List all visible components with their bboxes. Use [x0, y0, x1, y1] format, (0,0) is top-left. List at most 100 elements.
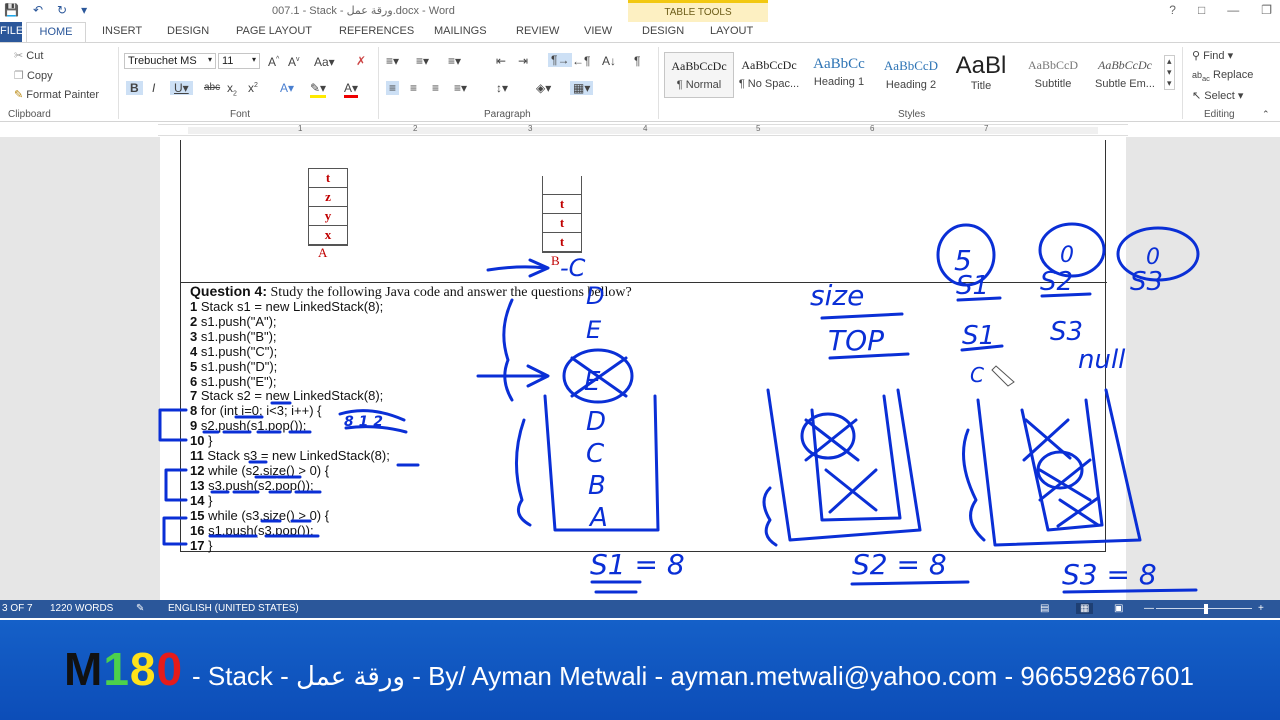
- code-line: 5 s1.push("D");: [190, 358, 390, 375]
- style-subtle-emphasis[interactable]: AaBbCcDc Subtle Em...: [1090, 52, 1160, 98]
- font-family-select[interactable]: Trebuchet MS ▾: [124, 53, 216, 69]
- superscript-icon[interactable]: x2: [248, 81, 258, 95]
- italic-icon[interactable]: I: [152, 81, 155, 95]
- align-center-icon[interactable]: ≡: [410, 81, 417, 95]
- code-line: 1 Stack s1 = new LinkedStack(8);: [190, 299, 390, 315]
- tab-design[interactable]: DESIGN: [167, 25, 209, 37]
- code-line: 10 }: [190, 433, 390, 449]
- paragraph-group-label: Paragraph: [484, 109, 531, 120]
- ltr-icon[interactable]: ¶→: [548, 53, 573, 67]
- style-title[interactable]: AaBl Title: [946, 52, 1016, 98]
- redo-icon[interactable]: ↻: [57, 3, 67, 17]
- replace-button[interactable]: abac Replace: [1192, 69, 1253, 83]
- code-line: 17 }: [190, 538, 390, 554]
- increase-indent-icon[interactable]: ⇥: [518, 54, 528, 68]
- select-button[interactable]: ↖ Select ▾: [1192, 89, 1243, 102]
- tab-review[interactable]: REVIEW: [516, 25, 559, 37]
- word-count[interactable]: 1220 WORDS: [50, 603, 113, 614]
- font-size-select[interactable]: 11 ▾: [218, 53, 260, 69]
- highlight-icon[interactable]: ✎▾: [310, 81, 327, 98]
- collapse-ribbon-icon[interactable]: ⌃: [1262, 109, 1270, 120]
- horizontal-ruler[interactable]: 1 2 3 4 5 6 7: [158, 124, 1128, 136]
- format-painter-button[interactable]: ✎ Format Painter: [14, 88, 99, 101]
- qat-menu-icon[interactable]: ▾: [81, 3, 87, 17]
- tab-insert[interactable]: INSERT: [102, 25, 142, 37]
- align-left-icon[interactable]: ≡: [386, 81, 400, 95]
- line-number: 13: [190, 477, 205, 493]
- ruler-mark: 5: [756, 124, 761, 133]
- justify-icon[interactable]: ≡▾: [454, 81, 467, 95]
- undo-icon[interactable]: ↶: [33, 3, 43, 17]
- style-heading-1[interactable]: AaBbCc Heading 1: [804, 52, 874, 98]
- restore-icon[interactable]: ❐: [1261, 3, 1272, 17]
- numbering-icon[interactable]: ≡▾: [416, 54, 429, 68]
- change-case-icon[interactable]: Aa▾: [314, 55, 335, 69]
- font-color-icon[interactable]: A▾: [344, 81, 359, 98]
- tab-mailings[interactable]: MAILINGS: [434, 25, 487, 37]
- line-spacing-icon[interactable]: ↕▾: [496, 81, 508, 95]
- web-layout-icon[interactable]: ▣: [1114, 603, 1123, 614]
- stack-cell: [543, 176, 581, 195]
- shrink-font-icon[interactable]: Av: [288, 55, 300, 69]
- copy-button[interactable]: ❐ Copy: [14, 69, 53, 82]
- rtl-icon[interactable]: ←¶: [572, 54, 590, 68]
- ribbon-display-icon[interactable]: □: [1198, 3, 1205, 17]
- code-text: s1.push("D");: [197, 358, 278, 374]
- borders-icon[interactable]: ▦▾: [570, 81, 594, 95]
- find-button[interactable]: ⚲ Find ▾: [1192, 49, 1233, 62]
- tab-table-design[interactable]: DESIGN: [642, 25, 684, 37]
- decrease-indent-icon[interactable]: ⇤: [496, 54, 506, 68]
- zoom-out-icon[interactable]: —: [1144, 603, 1154, 614]
- minimize-icon[interactable]: —: [1227, 3, 1239, 17]
- style-no-spacing[interactable]: AaBbCcDc ¶ No Spac...: [734, 52, 804, 98]
- stack-cell: z: [309, 188, 347, 207]
- clipboard-group-label: Clipboard: [8, 109, 51, 120]
- styles-scroll-icon[interactable]: ▴ ▾ ▾: [1164, 55, 1175, 90]
- style-subtitle[interactable]: AaBbCcD Subtitle: [1018, 52, 1088, 98]
- clear-format-icon[interactable]: ✗: [356, 54, 366, 68]
- sort-icon[interactable]: A↓: [602, 54, 616, 68]
- tab-home[interactable]: HOME: [26, 22, 86, 43]
- language-indicator[interactable]: ENGLISH (UNITED STATES): [168, 603, 299, 614]
- tab-view[interactable]: VIEW: [584, 25, 612, 37]
- style-normal[interactable]: AaBbCcDc ¶ Normal: [664, 52, 734, 98]
- code-text: s3.push(s2.pop());: [204, 477, 314, 493]
- line-number: 16: [190, 522, 205, 538]
- help-icon[interactable]: ?: [1169, 3, 1176, 17]
- multilevel-list-icon[interactable]: ≡▾: [448, 54, 461, 68]
- align-right-icon[interactable]: ≡: [432, 81, 439, 95]
- text-effects-icon[interactable]: A▾: [280, 81, 294, 95]
- zoom-in-icon[interactable]: +: [1258, 603, 1264, 614]
- zoom-thumb[interactable]: [1204, 604, 1208, 614]
- underline-icon[interactable]: U▾: [170, 81, 193, 95]
- code-line: 9 s2.push(s1.pop());: [190, 418, 390, 434]
- style-heading-2[interactable]: AaBbCcD Heading 2: [876, 52, 946, 98]
- tab-file[interactable]: FILE: [0, 22, 23, 42]
- code-text: s1.push("A");: [197, 313, 277, 329]
- grow-font-icon[interactable]: A^: [268, 55, 279, 69]
- copy-icon: ❐: [14, 70, 24, 82]
- banner-text: - Stack - ورقة عمل - By/ Ayman Metwali -…: [192, 661, 1194, 691]
- stack-a-diagram: t z y x: [308, 168, 348, 246]
- print-layout-icon[interactable]: ▦: [1076, 603, 1094, 614]
- proofing-icon[interactable]: ✎: [136, 603, 144, 614]
- window-title: 007.1 - Stack - ورقة عمل.docx - Word: [272, 5, 455, 17]
- strikethrough-icon[interactable]: abc: [204, 82, 220, 93]
- read-mode-icon[interactable]: ▤: [1040, 603, 1049, 614]
- subscript-icon[interactable]: x2: [227, 81, 237, 97]
- tab-references[interactable]: REFERENCES: [339, 25, 414, 37]
- bullets-icon[interactable]: ≡▾: [386, 54, 399, 68]
- save-icon[interactable]: 💾: [4, 3, 19, 17]
- show-formatting-icon[interactable]: ¶: [634, 54, 640, 68]
- code-text: s1.push("B");: [197, 328, 277, 344]
- page-count[interactable]: 3 OF 7: [2, 603, 33, 614]
- bold-icon[interactable]: B: [126, 81, 143, 95]
- ribbon-separator: [118, 47, 119, 119]
- cut-button[interactable]: ✂ Cut: [14, 49, 43, 62]
- tab-page-layout[interactable]: PAGE LAYOUT: [236, 25, 312, 37]
- tab-table-layout[interactable]: LAYOUT: [710, 25, 753, 37]
- ribbon-separator: [1182, 47, 1183, 119]
- java-code-block: 1 Stack s1 = new LinkedStack(8); 2 s1.pus…: [190, 299, 390, 554]
- code-line: 6 s1.push("E");: [190, 374, 390, 390]
- shading-icon[interactable]: ◈▾: [536, 81, 551, 95]
